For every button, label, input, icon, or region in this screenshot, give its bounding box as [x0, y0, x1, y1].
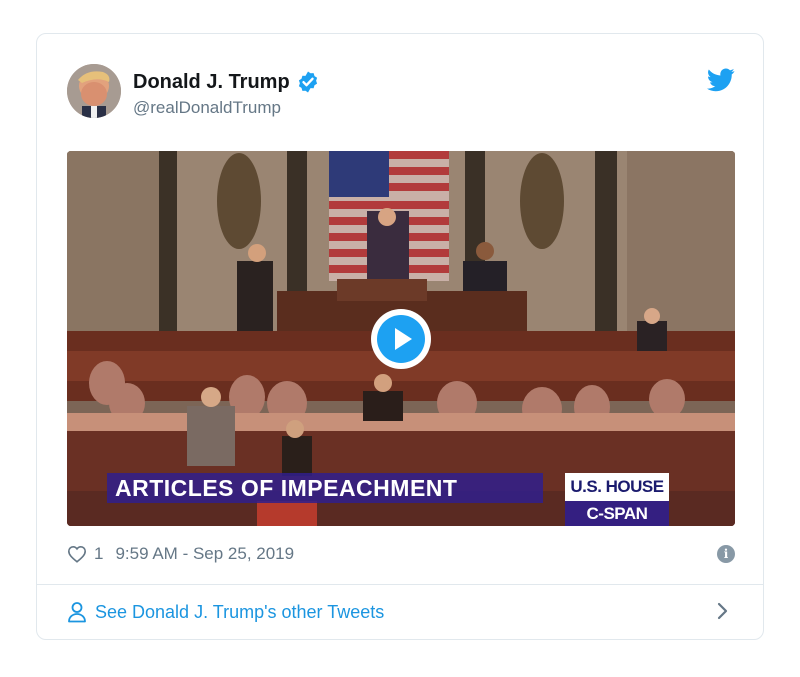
- twitter-bird-icon[interactable]: [707, 68, 735, 92]
- tweet-card: Donald J. Trump @realDonaldTrump ARTICLE…: [36, 33, 764, 640]
- heart-icon[interactable]: [67, 545, 87, 563]
- chevron-right-icon[interactable]: [717, 602, 729, 620]
- tweet-meta: 1 9:59 AM - Sep 25, 2019 i: [67, 542, 735, 566]
- verified-badge-icon: [298, 71, 317, 93]
- other-tweets-label[interactable]: See Donald J. Trump's other Tweets: [95, 602, 384, 623]
- like-count: 1: [94, 544, 104, 563]
- video-player[interactable]: ARTICLES OF IMPEACHMENT U.S. HOUSE C-SPA…: [67, 151, 735, 526]
- tweet-header: Donald J. Trump @realDonaldTrump: [67, 64, 735, 120]
- play-icon: [377, 315, 425, 363]
- avatar-image: [67, 64, 121, 118]
- user-handle[interactable]: @realDonaldTrump: [133, 98, 281, 118]
- other-tweets-link[interactable]: See Donald J. Trump's other Tweets: [67, 599, 735, 625]
- network-badge-bottom: C-SPAN: [565, 501, 669, 526]
- network-badge-top: U.S. HOUSE: [565, 473, 669, 501]
- tweet-timestamp[interactable]: 9:59 AM - Sep 25, 2019: [115, 544, 294, 564]
- play-button[interactable]: [371, 309, 431, 369]
- name-row: Donald J. Trump: [133, 70, 320, 94]
- divider: [37, 584, 763, 585]
- display-name[interactable]: Donald J. Trump: [133, 71, 290, 94]
- avatar[interactable]: [67, 64, 121, 118]
- video-caption-banner: ARTICLES OF IMPEACHMENT: [107, 473, 543, 503]
- info-icon[interactable]: i: [717, 545, 735, 563]
- person-icon: [68, 602, 86, 623]
